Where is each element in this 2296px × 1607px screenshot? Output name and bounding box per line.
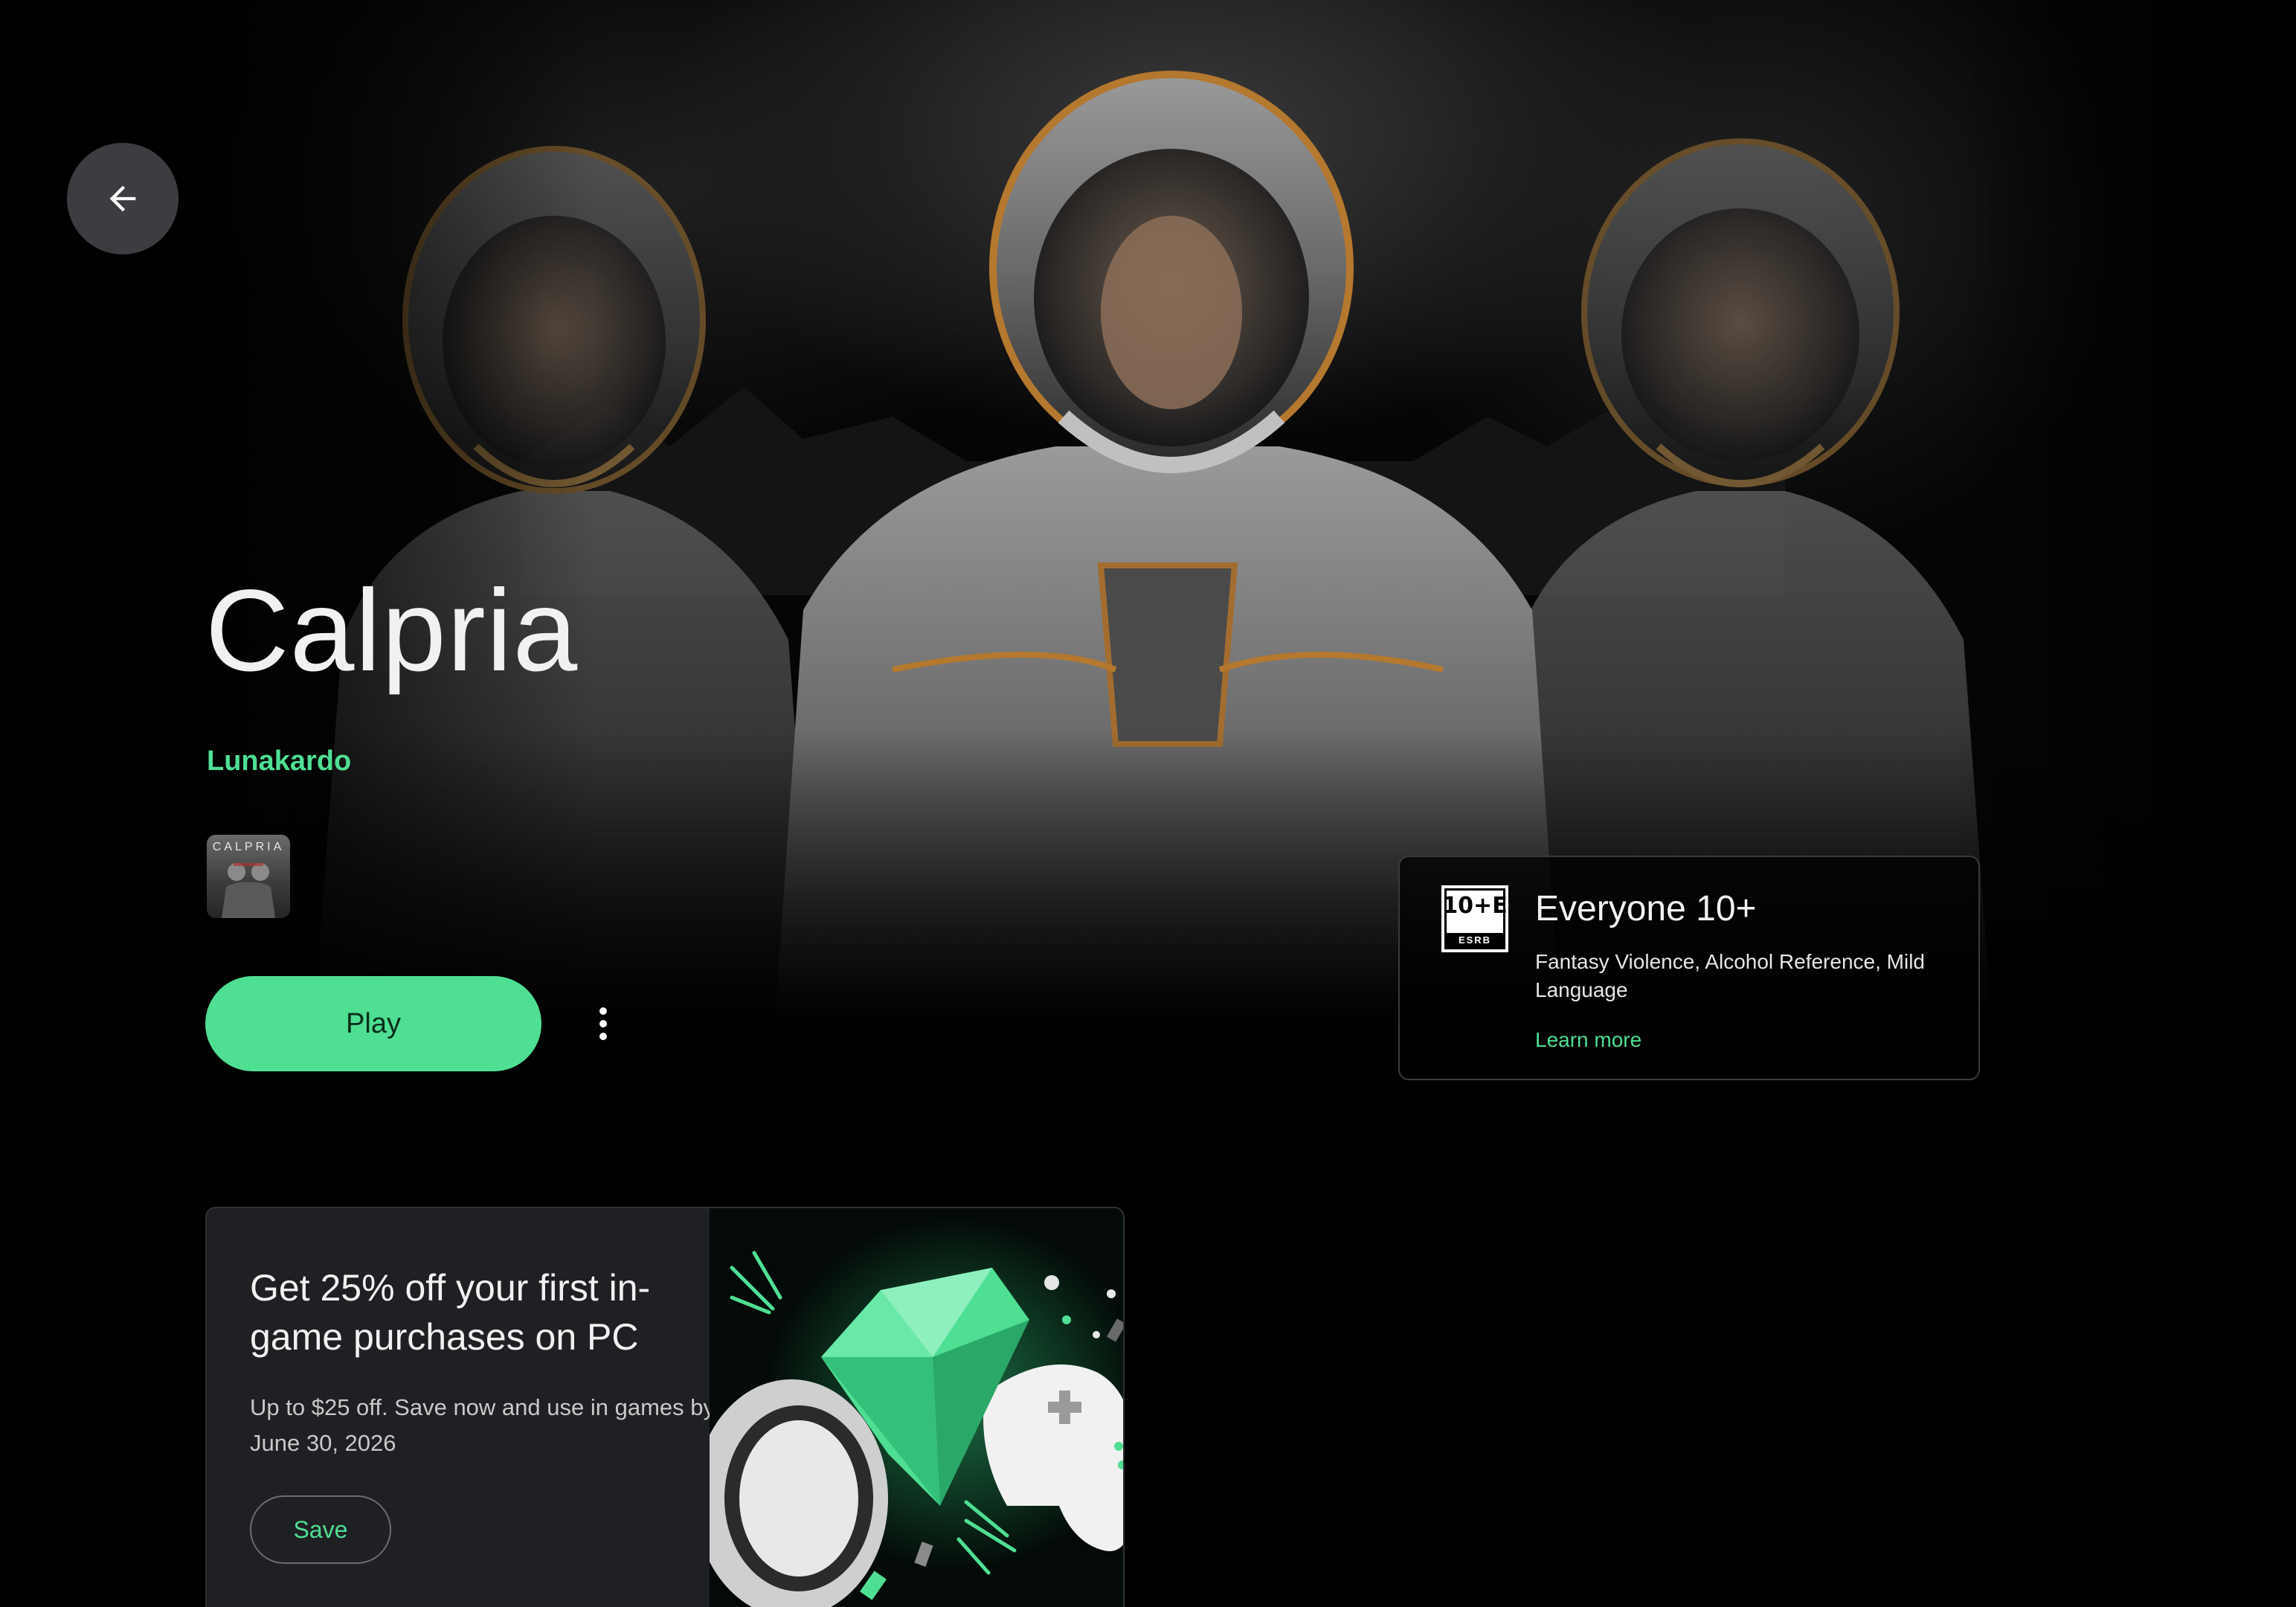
rating-descriptors: Fantasy Violence, Alcohol Reference, Mil… bbox=[1535, 950, 1925, 1001]
promo-illustration bbox=[710, 1208, 1123, 1607]
game-details-page: Calpria Lunakardo CALPRIA Play 10+E ESRB… bbox=[0, 0, 2296, 1607]
developer-link[interactable]: Lunakardo bbox=[207, 745, 351, 777]
play-button[interactable]: Play bbox=[205, 976, 541, 1071]
promo-title: Get 25% off your first in-game purchases… bbox=[250, 1267, 651, 1358]
arrow-left-icon bbox=[109, 185, 136, 212]
esrb-rating-icon: 10+E ESRB bbox=[1441, 885, 1508, 952]
gamepad-icon bbox=[983, 1364, 1123, 1551]
learn-more-link[interactable]: Learn more bbox=[1535, 1028, 1641, 1052]
save-button[interactable]: Save bbox=[250, 1495, 391, 1564]
more-options-button[interactable] bbox=[585, 1000, 622, 1048]
promo-card: Get 25% off your first in-game purchases… bbox=[205, 1207, 1125, 1607]
more-vert-icon bbox=[599, 1007, 607, 1015]
promo-subtitle: Up to $25 off. Save now and use in games… bbox=[250, 1394, 715, 1456]
content-rating-card: 10+E ESRB Everyone 10+ Fantasy Violence,… bbox=[1398, 856, 1980, 1080]
back-button[interactable] bbox=[67, 143, 179, 254]
game-title: Calpria bbox=[205, 566, 579, 696]
rating-title: Everyone 10+ bbox=[1535, 889, 1757, 928]
game-icon: CALPRIA bbox=[207, 835, 290, 918]
